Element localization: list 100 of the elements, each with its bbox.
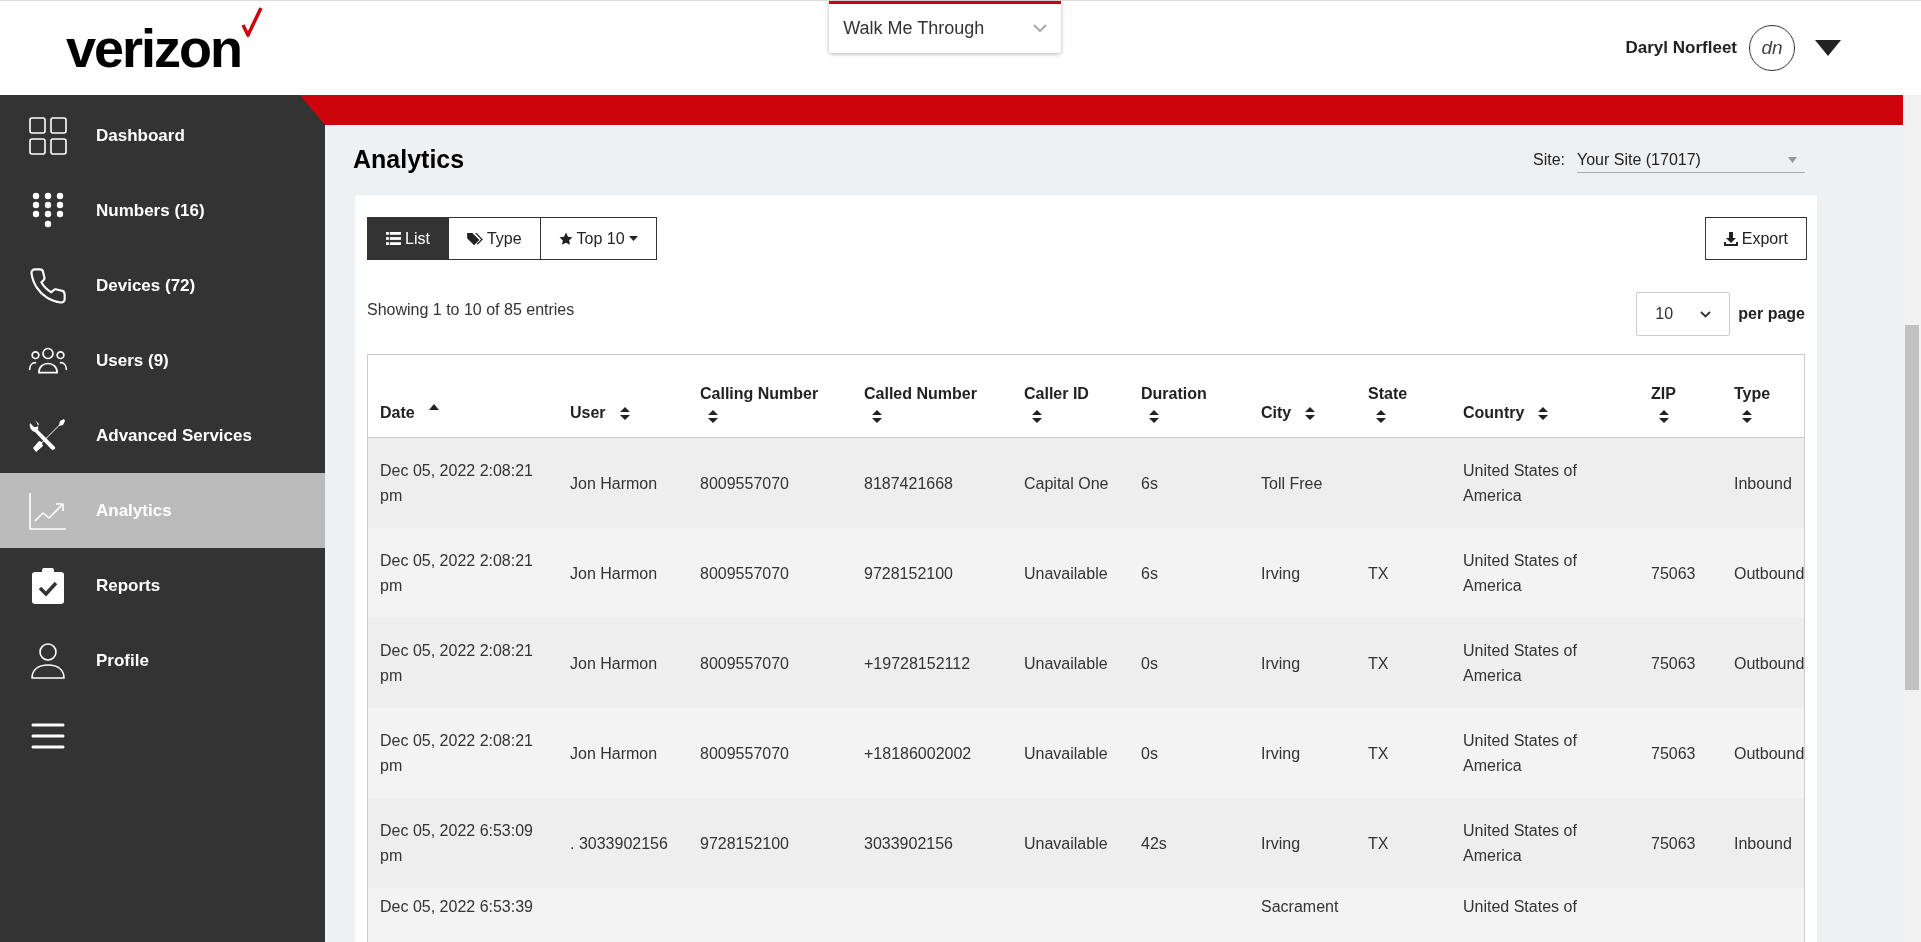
table-cell: Jon Harmon <box>570 564 658 582</box>
table-cell: +19728152112 <box>864 654 971 672</box>
column-header[interactable]: Duration <box>1141 384 1207 404</box>
sort-icon[interactable] <box>1305 407 1316 420</box>
table-cell: Irving <box>1261 834 1301 852</box>
table-cell: 8009557070 <box>700 744 789 762</box>
table-cell: Jon Harmon <box>570 654 658 672</box>
table-cell: Unavailable <box>1024 564 1108 582</box>
chevron-down-icon <box>1033 24 1048 33</box>
tag-icon <box>466 231 483 246</box>
page-title: Analytics <box>353 144 465 176</box>
sort-icon[interactable] <box>1538 407 1549 420</box>
sort-icon[interactable] <box>619 407 630 420</box>
sort-icon[interactable] <box>1032 410 1042 423</box>
sidebar-label: Numbers (16) <box>96 199 205 222</box>
scrollbar-thumb[interactable] <box>1905 325 1919 690</box>
column-header[interactable]: Date <box>380 403 415 423</box>
table-cell: United States of America <box>1463 552 1577 594</box>
table-cell: 0s <box>1141 654 1158 672</box>
column-header[interactable]: Calling Number <box>700 384 819 404</box>
table-cell: United States of <box>1463 898 1577 915</box>
table-cell: Unavailable <box>1024 834 1108 852</box>
column-header[interactable]: City <box>1261 403 1292 423</box>
table-cell: Dec 05, 2022 6:53:09 pm <box>380 822 533 864</box>
column-header[interactable]: Caller ID <box>1024 384 1089 404</box>
table-cell: Outbound <box>1734 654 1805 672</box>
view-tab[interactable]: List <box>367 217 449 260</box>
export-button[interactable]: Export <box>1704 217 1807 260</box>
user-icon <box>28 640 68 681</box>
sort-icon[interactable] <box>1659 410 1669 423</box>
view-tab[interactable]: Type <box>447 217 541 260</box>
table-cell: 9728152100 <box>864 564 953 582</box>
caret-down-icon <box>628 236 638 241</box>
column-header[interactable]: Type <box>1734 384 1771 404</box>
phone-icon <box>28 265 68 306</box>
table-cell: United States of America <box>1463 462 1577 504</box>
table-cell: United States of America <box>1463 642 1577 684</box>
table-cell: 75063 <box>1651 744 1696 762</box>
table-cell: 42s <box>1141 834 1167 852</box>
table-cell: Unavailable <box>1024 654 1108 672</box>
table-cell: Capital One <box>1024 474 1109 492</box>
view-tab[interactable]: Top 10 <box>539 217 657 260</box>
table-cell: Dec 05, 2022 6:53:39 <box>380 898 533 915</box>
download-icon <box>1723 231 1738 246</box>
table-cell: 75063 <box>1651 654 1696 672</box>
sort-icon[interactable] <box>1742 410 1752 423</box>
sort-icon[interactable] <box>1376 410 1386 423</box>
sort-icon[interactable] <box>708 410 718 423</box>
column-header[interactable]: ZIP <box>1651 384 1676 404</box>
table-cell: Jon Harmon <box>570 474 658 492</box>
sidebar-label: Advanced Services <box>96 424 252 447</box>
table-cell: Irving <box>1261 564 1301 582</box>
walkthrough-dropdown[interactable]: Walk Me Through <box>829 1 1062 53</box>
table-cell: Irving <box>1261 744 1301 762</box>
table-cell: . 3033902156 <box>570 834 668 852</box>
list-icon <box>386 232 401 245</box>
table-cell: Toll Free <box>1261 474 1323 492</box>
table-cell: TX <box>1368 564 1389 582</box>
sidebar-label: Users (9) <box>96 349 169 372</box>
scrollbar[interactable] <box>1903 95 1921 942</box>
caret-down-icon <box>1788 156 1797 163</box>
table-cell: Outbound <box>1734 564 1805 582</box>
entries-summary: Showing 1 to 10 of 85 entries <box>367 300 575 320</box>
table-cell: Dec 05, 2022 2:08:21 pm <box>380 642 533 684</box>
table-cell: Dec 05, 2022 2:08:21 pm <box>380 552 533 594</box>
column-header[interactable]: Country <box>1463 403 1525 423</box>
table-cell: TX <box>1368 834 1389 852</box>
table-cell: 8009557070 <box>700 654 789 672</box>
table-cell: 75063 <box>1651 834 1696 852</box>
caret-down-icon[interactable] <box>1815 40 1841 56</box>
table-cell: Dec 05, 2022 2:08:21 pm <box>380 462 533 504</box>
grid-icon <box>28 115 68 156</box>
sort-ascending-icon[interactable] <box>428 404 439 410</box>
table-cell: +18186002002 <box>864 744 972 762</box>
sort-icon[interactable] <box>1149 410 1159 423</box>
user-name: Daryl Norfleet <box>1625 37 1737 60</box>
site-select[interactable]: Your Site (17017) <box>1577 147 1805 173</box>
table-cell: Dec 05, 2022 2:08:21 pm <box>380 732 533 774</box>
sidebar-label: Analytics <box>96 499 172 522</box>
table-cell: 8009557070 <box>700 564 789 582</box>
sort-icon[interactable] <box>872 410 882 423</box>
sidebar-label: Devices (72) <box>96 274 196 297</box>
column-header[interactable]: Called Number <box>864 384 977 404</box>
table-cell: Outbound <box>1734 744 1805 762</box>
table-cell: Irving <box>1261 654 1301 672</box>
table-cell: 8187421668 <box>864 474 953 492</box>
table-cell: 9728152100 <box>700 834 789 852</box>
column-header[interactable]: State <box>1368 384 1408 404</box>
table-cell: Unavailable <box>1024 744 1108 762</box>
column-header[interactable]: User <box>570 403 606 423</box>
per-page-label: per page <box>1738 304 1805 324</box>
star-icon <box>558 231 573 246</box>
table-cell: 8009557070 <box>700 474 789 492</box>
table-cell: Sacrament <box>1261 898 1339 915</box>
checkmark-logo-icon <box>241 7 264 37</box>
per-page-select[interactable]: 10 <box>1636 292 1731 336</box>
verizon-logo[interactable]: verizon <box>66 21 242 75</box>
sidebar-label: Reports <box>96 574 161 597</box>
table-cell: Inbound <box>1734 834 1792 852</box>
table-cell: United States of America <box>1463 732 1577 774</box>
